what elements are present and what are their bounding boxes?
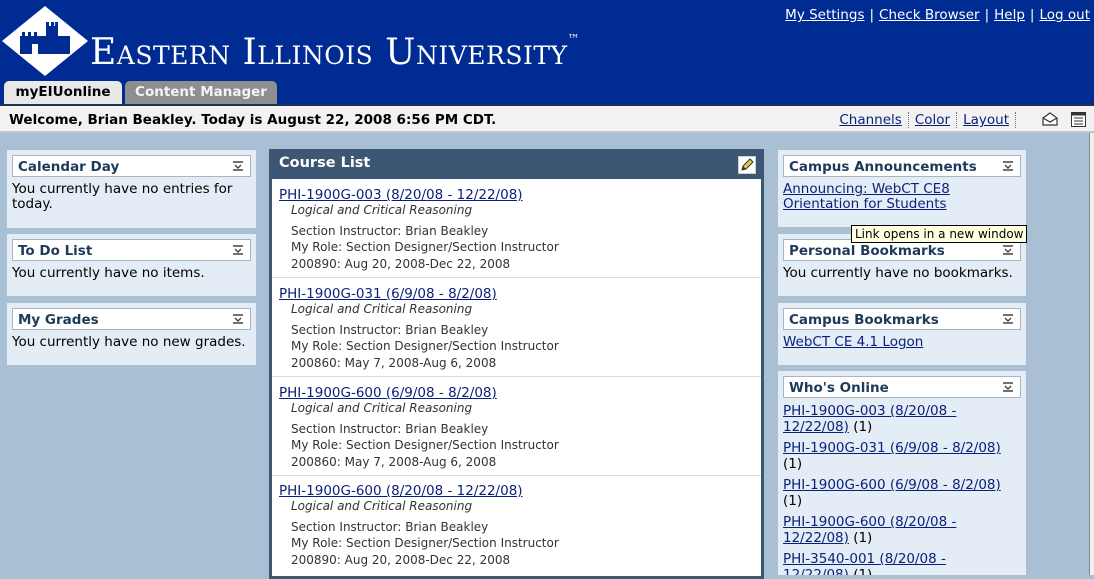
top-links: My Settings | Check Browser | Help | Log out — [785, 7, 1090, 23]
course-item: PHI-1900G-600 (8/20/08 - 12/22/08) Logic… — [272, 475, 761, 573]
course-term: 200890: Aug 20, 2008-Dec 22, 2008 — [291, 553, 511, 567]
color-link[interactable]: Color — [914, 112, 958, 128]
vertical-scrollbar[interactable] — [1089, 133, 1094, 575]
channels-link[interactable]: Channels — [839, 112, 909, 128]
course-role: My Role: Section Designer/Section Instru… — [291, 438, 559, 452]
campus-bookmarks-channel: Campus Bookmarks WebCT CE 4.1 Logon — [778, 303, 1026, 365]
edit-pencil-icon[interactable] — [738, 156, 756, 174]
course-item: PHI-1900G-031 (6/9/08 - 8/2/08) Logical … — [272, 278, 761, 377]
announcement-link[interactable]: Announcing: WebCT CE8 Orientation for Stu… — [783, 181, 950, 212]
mail-icon[interactable] — [1042, 112, 1058, 126]
channel-body: Announcing: WebCT CE8 Orientation for Stu… — [783, 182, 1021, 212]
online-course-link[interactable]: PHI-1900G-600 (6/9/08 - 8/2/08) — [783, 477, 1001, 493]
welcome-message: Welcome, Brian Beakley. Today is August … — [9, 112, 497, 128]
course-term: 200860: May 7, 2008-Aug 6, 2008 — [291, 356, 497, 370]
header: Eastern Illinois University™ My Settings… — [0, 0, 1094, 104]
course-role: My Role: Section Designer/Section Instru… — [291, 536, 559, 550]
help-link[interactable]: Help — [994, 7, 1025, 23]
online-entry: PHI-1900G-600 (8/20/08 -12/22/08) (1) — [783, 514, 1021, 546]
course-name: Logical and Critical Reasoning — [291, 401, 473, 415]
channel-title: To Do List — [18, 243, 93, 259]
course-link[interactable]: PHI-1900G-600 (6/9/08 - 8/2/08) — [279, 385, 497, 401]
calendar-day-channel: Calendar Day You currently have no entri… — [7, 150, 256, 228]
online-entry: PHI-3540-001 (8/20/08 -12/22/08) (1) — [783, 551, 1021, 575]
online-count: (1) — [853, 567, 873, 575]
course-link[interactable]: PHI-1900G-003 (8/20/08 - 12/22/08) — [279, 187, 523, 203]
channel-title: Campus Announcements — [789, 159, 977, 175]
channel-menu-icon[interactable] — [232, 244, 244, 256]
online-count: (1) — [853, 419, 873, 435]
tab-content-manager[interactable]: Content Manager — [125, 81, 277, 104]
online-count: (1) — [853, 530, 873, 546]
course-name: Logical and Critical Reasoning — [291, 499, 473, 513]
course-instructor: Section Instructor: Brian Beakley — [291, 224, 489, 238]
university-shield-logo — [2, 6, 88, 76]
course-item: PHI-1900G-600 (6/9/08 - 8/2/08) Logical … — [272, 377, 761, 476]
online-count: (1) — [783, 456, 803, 472]
course-role: My Role: Section Designer/Section Instru… — [291, 240, 559, 254]
campus-announcements-channel: Campus Announcements Announcing: WebCT C… — [778, 150, 1026, 227]
course-list-title: Course List — [279, 155, 371, 171]
channel-body: You currently have no items. — [12, 265, 205, 281]
online-entry: PHI-1900G-031 (6/9/08 - 8/2/08) (1) — [783, 440, 1021, 472]
channel-menu-icon[interactable] — [232, 160, 244, 172]
welcome-bar: Welcome, Brian Beakley. Today is August … — [0, 104, 1094, 133]
channel-title: Who's Online — [789, 380, 889, 396]
check-browser-link[interactable]: Check Browser — [879, 7, 980, 23]
course-list-channel: Course List PHI-1900G-003 (8/20/08 - 12/… — [269, 149, 764, 579]
channel-menu-icon[interactable] — [1002, 313, 1014, 325]
channel-header: Who's Online — [783, 376, 1021, 398]
course-role: My Role: Section Designer/Section Instru… — [291, 339, 559, 353]
online-count: (1) — [783, 493, 803, 509]
channel-header: To Do List — [12, 239, 251, 261]
to-do-list-channel: To Do List You currently have no items. — [7, 234, 256, 296]
course-instructor: Section Instructor: Brian Beakley — [291, 422, 489, 436]
course-term: 200860: May 7, 2008-Aug 6, 2008 — [291, 455, 497, 469]
channel-body: You currently have no new grades. — [12, 334, 246, 350]
course-name: Logical and Critical Reasoning — [291, 302, 473, 316]
layout-link[interactable]: Layout — [963, 112, 1016, 128]
course-instructor: Section Instructor: Brian Beakley — [291, 520, 489, 534]
channel-title: Calendar Day — [18, 159, 120, 175]
course-instructor: Section Instructor: Brian Beakley — [291, 323, 489, 337]
link-tooltip: Link opens in a new window — [851, 225, 1028, 243]
layout-links: Channels Color Layout — [833, 112, 1016, 128]
online-course-link[interactable]: PHI-1900G-031 (6/9/08 - 8/2/08) — [783, 440, 1001, 456]
channel-menu-icon[interactable] — [232, 313, 244, 325]
my-settings-link[interactable]: My Settings — [785, 7, 864, 23]
whos-online-channel: Who's Online PHI-1900G-003 (8/20/08 -12/… — [778, 371, 1026, 575]
course-link[interactable]: PHI-1900G-031 (6/9/08 - 8/2/08) — [279, 286, 497, 302]
channel-body: PHI-1900G-003 (8/20/08 -12/22/08) (1) PH… — [783, 403, 1021, 575]
channel-header: Campus Announcements — [783, 155, 1021, 177]
channel-menu-icon[interactable] — [1002, 381, 1014, 393]
online-entry: PHI-1900G-600 (6/9/08 - 8/2/08) (1) — [783, 477, 1021, 509]
my-grades-channel: My Grades You currently have no new grad… — [7, 303, 256, 365]
channel-body: WebCT CE 4.1 Logon — [783, 335, 1021, 350]
calendar-icon[interactable] — [1071, 111, 1086, 127]
course-list-header: Course List — [272, 149, 761, 179]
course-link[interactable]: PHI-1900G-600 (8/20/08 - 12/22/08) — [279, 483, 523, 499]
bookmark-link[interactable]: WebCT CE 4.1 Logon — [783, 334, 923, 350]
course-name: Logical and Critical Reasoning — [291, 203, 473, 217]
channel-header: Campus Bookmarks — [783, 308, 1021, 330]
channel-header: Calendar Day — [12, 155, 251, 177]
channel-title: Personal Bookmarks — [789, 243, 945, 259]
channel-body: You currently have no entries for today. — [12, 181, 233, 212]
personal-bookmarks-channel: Personal Bookmarks You currently have no… — [778, 234, 1026, 296]
log-out-link[interactable]: Log out — [1039, 7, 1090, 23]
course-term: 200890: Aug 20, 2008-Dec 22, 2008 — [291, 257, 511, 271]
channel-header: My Grades — [12, 308, 251, 330]
university-name[interactable]: Eastern Illinois University™ — [90, 32, 580, 73]
channel-menu-icon[interactable] — [1002, 160, 1014, 172]
channel-menu-icon[interactable] — [1002, 244, 1014, 256]
online-entry: PHI-1900G-003 (8/20/08 -12/22/08) (1) — [783, 403, 1021, 435]
channel-title: Campus Bookmarks — [789, 312, 939, 328]
course-item: PHI-1900G-003 (8/20/08 - 12/22/08) Logic… — [272, 179, 761, 278]
channel-title: My Grades — [18, 312, 99, 328]
channel-body: You currently have no bookmarks. — [783, 265, 1013, 281]
tab-myeiuonline[interactable]: myEIUonline — [4, 81, 122, 104]
